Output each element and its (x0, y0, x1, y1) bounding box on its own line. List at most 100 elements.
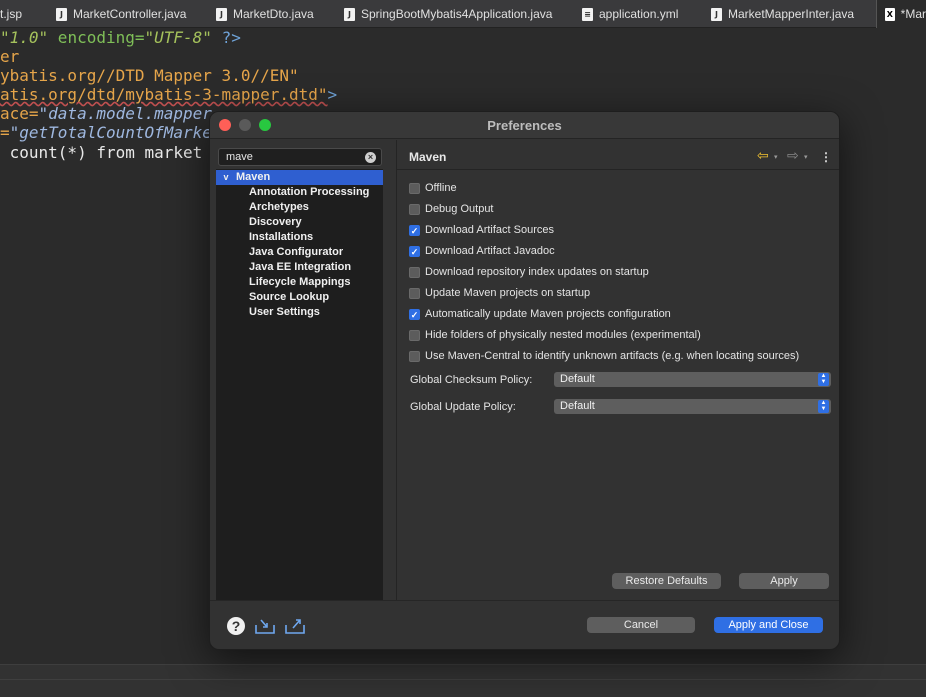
tree-item-java-ee-integration[interactable]: Java EE Integration (216, 260, 383, 275)
code-token: "1.0" (0, 28, 49, 47)
preferences-dialog: Preferences mave × v Maven Annotation Pro… (209, 111, 840, 650)
tree-item-label: Source Lookup (249, 291, 330, 303)
checkbox-unchecked[interactable] (409, 266, 420, 278)
checkbox-unchecked[interactable] (409, 182, 420, 194)
checksum-policy-label: Global Checksum Policy: (410, 374, 533, 386)
back-history-dropdown-icon[interactable]: ▾ (774, 153, 778, 161)
tree-item-label: Java EE Integration (249, 261, 352, 273)
footer-divider (210, 600, 839, 601)
option-label: Offline (425, 182, 457, 194)
tree-item-label: Lifecycle Mappings (249, 276, 351, 288)
tab-market-mapper-xml[interactable]: X *Mar (876, 0, 926, 28)
code-line-7: count(*) from market (0, 143, 203, 162)
option-use-maven-central[interactable]: Use Maven-Central to identify unknown ar… (409, 348, 799, 364)
back-arrow-icon[interactable]: ⇦ (757, 148, 771, 162)
editor-tab-bar: t.jsp J MarketController.java J MarketDt… (0, 0, 926, 28)
checkbox-unchecked[interactable] (409, 287, 420, 299)
tree-item-java-configurator[interactable]: Java Configurator (216, 245, 383, 260)
update-policy-value: Default (560, 400, 595, 412)
xml-file-icon: X (885, 7, 895, 21)
tree-item-user-settings[interactable]: User Settings (216, 305, 383, 320)
tree-item-discovery[interactable]: Discovery (216, 215, 383, 230)
tab-label: MarketMapperInter.java (728, 7, 855, 21)
option-download-index[interactable]: Download repository index updates on sta… (409, 264, 649, 280)
pane-splitter[interactable] (396, 140, 397, 600)
clear-search-icon[interactable]: × (365, 152, 376, 163)
option-auto-update-config[interactable]: ✓ Automatically update Maven projects con… (409, 306, 671, 322)
checksum-policy-select[interactable]: Default ▲ ▼ (554, 372, 831, 387)
tab-label: MarketDto.java (233, 7, 314, 21)
checkbox-checked[interactable]: ✓ (409, 308, 420, 320)
tree-item-label: Java Configurator (249, 246, 344, 258)
tree-item-annotation-processing[interactable]: Annotation Processing (216, 185, 383, 200)
checkbox-checked[interactable]: ✓ (409, 245, 420, 257)
tree-item-lifecycle-mappings[interactable]: Lifecycle Mappings (216, 275, 383, 290)
filter-search-value: mave (226, 151, 253, 163)
checkbox-unchecked[interactable] (409, 329, 420, 341)
forward-history-dropdown-icon[interactable]: ▾ (804, 153, 808, 161)
tree-item-maven[interactable]: v Maven (216, 170, 383, 185)
zoom-window-button[interactable] (259, 119, 271, 131)
tree-item-label: User Settings (249, 306, 320, 318)
code-line-2: er (0, 47, 19, 66)
code-token: ?> (211, 28, 241, 47)
restore-defaults-button[interactable]: Restore Defaults (612, 573, 721, 589)
code-token: atis.org/dtd/mybatis-3-mapper.dtd" (0, 85, 328, 104)
tab-springboot-application[interactable]: J SpringBootMybatis4Application.java (344, 0, 552, 28)
cancel-button[interactable]: Cancel (587, 617, 695, 633)
option-label: Debug Output (425, 203, 494, 215)
chevron-down-icon[interactable]: v (216, 170, 236, 185)
code-token: "getTotalCountOfMarke (9, 123, 212, 142)
update-policy-select[interactable]: Default ▲ ▼ (554, 399, 831, 414)
option-label: Download repository index updates on sta… (425, 266, 649, 278)
status-divider (0, 679, 926, 680)
checkbox-unchecked[interactable] (409, 203, 420, 215)
status-bar (0, 664, 926, 697)
help-icon[interactable]: ? (227, 617, 245, 635)
option-download-javadoc[interactable]: ✓ Download Artifact Javadoc (409, 243, 555, 259)
tree-item-archetypes[interactable]: Archetypes (216, 200, 383, 215)
page-title: Maven (409, 150, 447, 164)
update-policy-label: Global Update Policy: (410, 401, 516, 413)
option-hide-nested-folders[interactable]: Hide folders of physically nested module… (409, 327, 701, 343)
code-token: > (327, 85, 338, 104)
import-icon[interactable] (254, 616, 276, 636)
close-window-button[interactable] (219, 119, 231, 131)
option-debug-output[interactable]: Debug Output (409, 201, 494, 217)
minimize-window-button[interactable] (239, 119, 251, 131)
tab-label: SpringBootMybatis4Application.java (361, 7, 553, 21)
tab-market-controller[interactable]: J MarketController.java (56, 0, 186, 28)
java-file-icon: J (711, 7, 722, 21)
select-arrows-icon: ▲ ▼ (818, 373, 829, 386)
view-menu-icon[interactable]: ⋮ (820, 150, 832, 164)
tree-item-label: Archetypes (249, 201, 309, 213)
tree-item-label: Annotation Processing (249, 186, 370, 198)
option-label: Hide folders of physically nested module… (425, 329, 701, 341)
filter-search-input[interactable]: mave × (218, 148, 382, 166)
tab-label: application.yml (599, 7, 679, 21)
checkbox-unchecked[interactable] (409, 350, 420, 362)
tab-application-yml[interactable]: ≡ application.yml (582, 0, 678, 28)
tab-market-dto[interactable]: J MarketDto.java (216, 0, 314, 28)
option-offline[interactable]: Offline (409, 180, 457, 196)
tab-label: *Mar (900, 7, 926, 21)
apply-and-close-button[interactable]: Apply and Close (714, 617, 823, 633)
code-token: = (0, 123, 10, 142)
tree-item-source-lookup[interactable]: Source Lookup (216, 290, 383, 305)
checkbox-checked[interactable]: ✓ (409, 224, 420, 236)
header-divider (397, 169, 839, 170)
dialog-titlebar: Preferences (210, 112, 839, 139)
tree-item-installations[interactable]: Installations (216, 230, 383, 245)
forward-arrow-icon[interactable]: ⇨ (787, 148, 801, 162)
tab-market-mapper-inter[interactable]: J MarketMapperInter.java (711, 0, 854, 28)
export-icon[interactable] (284, 616, 306, 636)
preferences-tree[interactable]: v Maven Annotation Processing Archetypes … (216, 169, 383, 601)
option-update-on-startup[interactable]: Update Maven projects on startup (409, 285, 590, 301)
tab-jsp[interactable]: t.jsp (0, 0, 22, 28)
apply-button[interactable]: Apply (739, 573, 829, 589)
yml-file-icon: ≡ (582, 7, 593, 21)
code-line-1: "1.0" encoding="UTF-8" ?> (0, 28, 241, 47)
option-download-sources[interactable]: ✓ Download Artifact Sources (409, 222, 554, 238)
tree-item-label: Installations (249, 231, 314, 243)
code-token: "UTF-8" (144, 28, 212, 47)
